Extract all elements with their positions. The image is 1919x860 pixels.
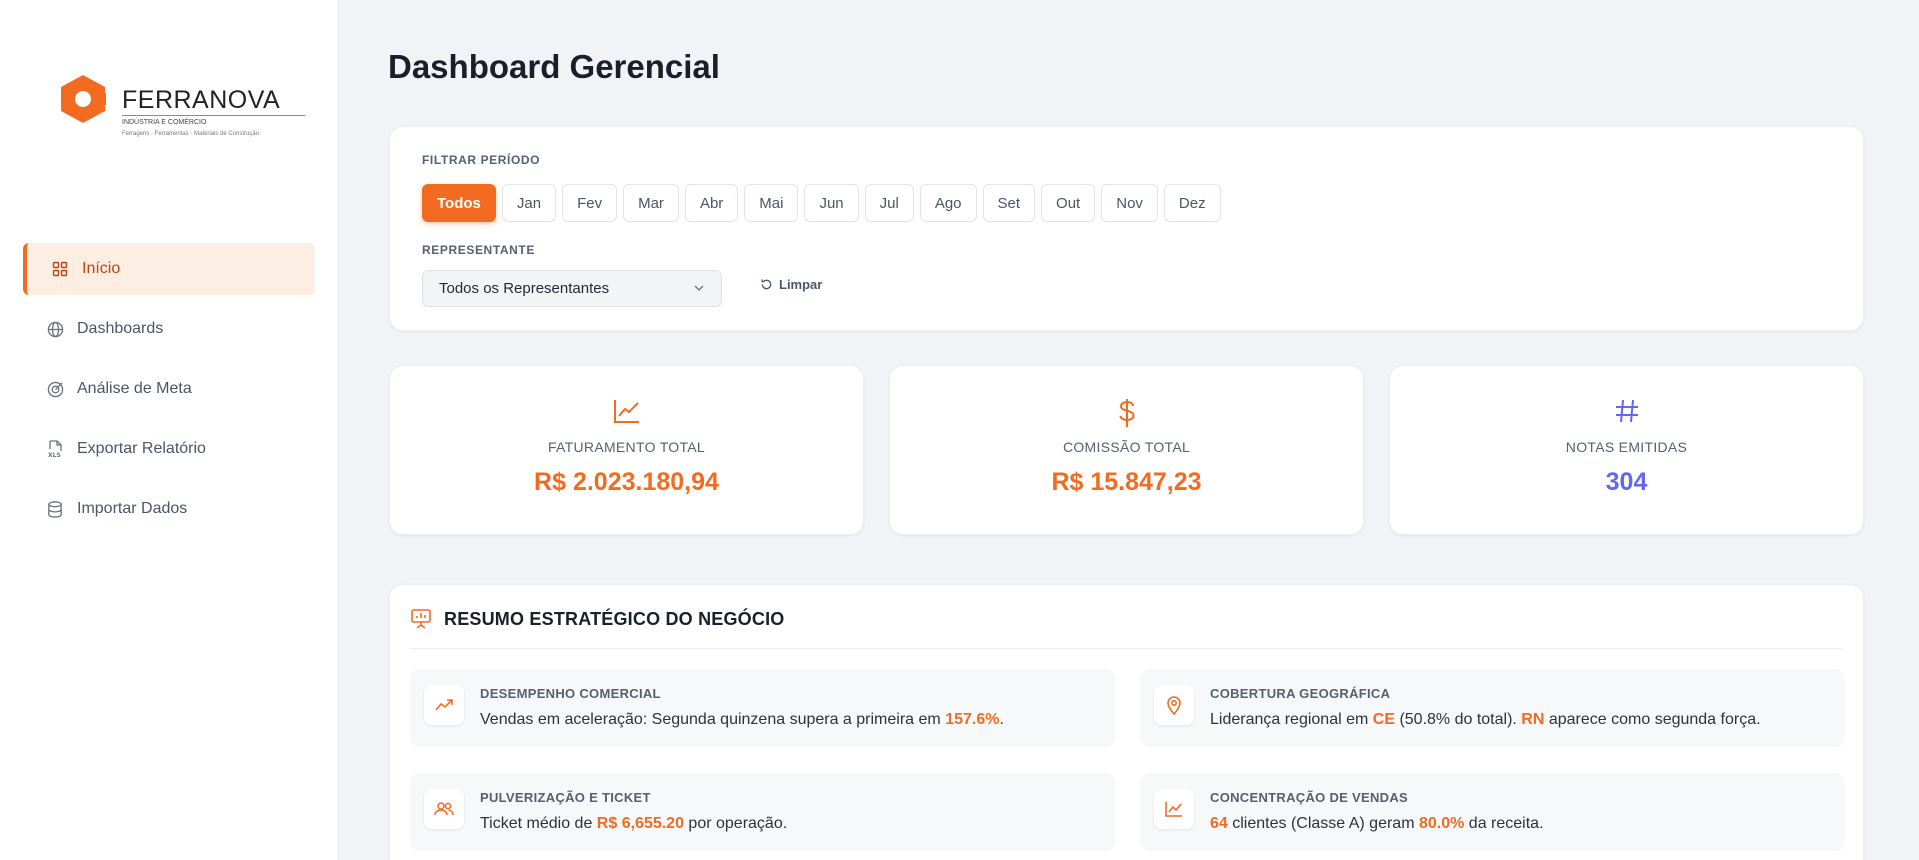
sidebar-item-label: Análise de Meta: [77, 380, 192, 397]
trending-up-chart-icon: [390, 398, 863, 424]
month-button-nov[interactable]: Nov: [1101, 184, 1158, 222]
month-button-out[interactable]: Out: [1041, 184, 1096, 222]
stat-card-faturamento: FATURAMENTO TOTAL R$ 2.023.180,94: [389, 365, 864, 535]
insight-highlight: CE: [1372, 711, 1395, 728]
stat-label: NOTAS EMITIDAS: [1565, 439, 1688, 455]
summary-title: RESUMO ESTRATÉGICO DO NEGÓCIO: [444, 609, 785, 629]
insight-cobertura-geografica: COBERTURA GEOGRÁFICA Liderança regional …: [1140, 669, 1845, 747]
insight-text-part: Ticket médio de: [480, 815, 597, 832]
insight-highlight: R$ 6,655.20: [596, 815, 684, 832]
brand-logo[interactable]: FERRANOVA INDÚSTRIA E COMÉRCIO Ferragens…: [60, 72, 310, 146]
month-button-fev[interactable]: Fev: [562, 184, 618, 222]
stat-label: FATURAMENTO TOTAL: [547, 439, 706, 455]
sidebar-item-label: Dashboards: [77, 320, 164, 337]
clear-filters-label: Limpar: [779, 277, 823, 292]
sidebar-item-label: Exportar Relatório: [77, 440, 206, 457]
insight-title: DESEMPENHO COMERCIAL: [480, 686, 661, 701]
month-button-jan[interactable]: Jan: [501, 184, 557, 222]
insight-title: COBERTURA GEOGRÁFICA: [1210, 686, 1391, 701]
sidebar-item-importar[interactable]: Importar Dados: [23, 483, 315, 535]
database-icon: [45, 499, 65, 519]
filter-panel: FILTRAR PERÍODO Todos Jan Fev Mar Abr Ma…: [389, 126, 1864, 331]
stat-card-notas: NOTAS EMITIDAS 304: [1389, 365, 1864, 535]
presentation-chart-icon: [411, 609, 431, 629]
globe-icon: [45, 319, 65, 339]
month-filter-group: Todos Jan Fev Mar Abr Mai Jun Jul Ago Se…: [422, 184, 1221, 222]
insight-text-part: da receita.: [1464, 815, 1544, 832]
map-pin-icon: [1154, 685, 1194, 725]
insight-text-part: Vendas em aceleração: Segunda quinzena s…: [480, 711, 946, 728]
month-button-todos[interactable]: Todos: [422, 184, 496, 222]
month-button-dez[interactable]: Dez: [1163, 184, 1221, 222]
insight-text: 64 clientes (Classe A) geram 80.0% da re…: [1210, 815, 1544, 833]
sidebar-item-label: Início: [82, 260, 121, 277]
insight-concentracao-vendas: CONCENTRAÇÃO DE VENDAS 64 clientes (Clas…: [1140, 773, 1845, 851]
hash-icon: [1390, 398, 1863, 424]
insight-text: Ticket médio de R$ 6,655.20 por operação…: [480, 815, 787, 833]
month-button-ago[interactable]: Ago: [919, 184, 977, 222]
representative-label: REPRESENTANTE: [422, 243, 535, 257]
insight-text: Liderança regional em CE (50.8% do total…: [1210, 711, 1761, 729]
sidebar-item-exportar[interactable]: XLS Exportar Relatório: [23, 423, 315, 475]
insight-pulverizacao-ticket: PULVERIZAÇÃO E TICKET Ticket médio de R$…: [410, 773, 1115, 851]
trending-up-icon: [424, 685, 464, 725]
brand-name: FERRANOVA: [122, 86, 281, 114]
dollar-icon: [890, 398, 1363, 428]
hex-nut-logo-icon: [61, 75, 106, 123]
stat-value: R$ 2.023.180,94: [534, 468, 719, 496]
sidebar-item-analise-meta[interactable]: Análise de Meta: [23, 363, 315, 415]
summary-header: RESUMO ESTRATÉGICO DO NEGÓCIO: [410, 607, 1843, 649]
month-button-mar[interactable]: Mar: [623, 184, 679, 222]
line-chart-icon: [1154, 789, 1194, 829]
svg-text:XLS: XLS: [48, 452, 61, 458]
month-button-jun[interactable]: Jun: [804, 184, 859, 222]
grid-icon: [50, 259, 70, 279]
insight-title: CONCENTRAÇÃO DE VENDAS: [1210, 790, 1409, 805]
chevron-down-icon: [694, 285, 704, 291]
insight-text: Vendas em aceleração: Segunda quinzena s…: [480, 711, 1004, 729]
sidebar-item-label: Importar Dados: [77, 500, 188, 517]
page-title: Dashboard Gerencial: [388, 48, 720, 85]
reset-icon: [761, 279, 772, 290]
brand-underline: [122, 115, 305, 116]
month-button-set[interactable]: Set: [982, 184, 1036, 222]
xls-file-icon: XLS: [45, 439, 65, 459]
stat-value: R$ 15.847,23: [1051, 468, 1202, 496]
representative-select-value: Todos os Representantes: [439, 280, 610, 297]
strategic-summary-panel: RESUMO ESTRATÉGICO DO NEGÓCIO DESEMPENHO…: [389, 584, 1864, 860]
month-button-mai[interactable]: Mai: [744, 184, 799, 222]
stat-value: 304: [1605, 468, 1648, 496]
sidebar-item-inicio[interactable]: Início: [23, 243, 315, 295]
brand-tagline: Ferragens · Ferramentas · Materiais de C…: [122, 131, 260, 137]
insight-highlight: 157.6%: [945, 711, 1000, 728]
insight-desempenho-comercial: DESEMPENHO COMERCIAL Vendas em aceleraçã…: [410, 669, 1115, 747]
insight-highlight: RN: [1521, 711, 1545, 728]
period-filter-label: FILTRAR PERÍODO: [422, 153, 541, 167]
insight-text-part: Liderança regional em: [1210, 711, 1373, 728]
sidebar: FERRANOVA INDÚSTRIA E COMÉRCIO Ferragens…: [0, 0, 339, 860]
insight-text-part: por operação.: [683, 815, 788, 832]
sidebar-nav: Início Dashboards Análise de Meta XLS Ex…: [23, 243, 315, 543]
insight-highlight: 64: [1210, 815, 1228, 832]
month-button-abr[interactable]: Abr: [684, 184, 739, 222]
stat-card-comissao: COMISSÃO TOTAL R$ 15.847,23: [889, 365, 1364, 535]
stat-label: COMISSÃO TOTAL: [1062, 439, 1191, 455]
representative-select[interactable]: Todos os Representantes: [422, 270, 722, 307]
insight-highlight: 80.0%: [1418, 815, 1465, 832]
sidebar-item-dashboards[interactable]: Dashboards: [23, 303, 315, 355]
insight-text-part: clientes (Classe A) geram: [1227, 815, 1419, 832]
insight-text-part: aparece como segunda força.: [1544, 711, 1761, 728]
brand-subtitle: INDÚSTRIA E COMÉRCIO: [122, 119, 207, 126]
users-icon: [424, 789, 464, 829]
month-button-jul[interactable]: Jul: [864, 184, 914, 222]
insight-text-part: (50.8% do total).: [1395, 711, 1522, 728]
clear-filters-button[interactable]: Limpar: [760, 277, 822, 292]
target-icon: [45, 379, 65, 399]
insight-title: PULVERIZAÇÃO E TICKET: [480, 790, 651, 805]
insight-text-part: .: [999, 711, 1004, 728]
